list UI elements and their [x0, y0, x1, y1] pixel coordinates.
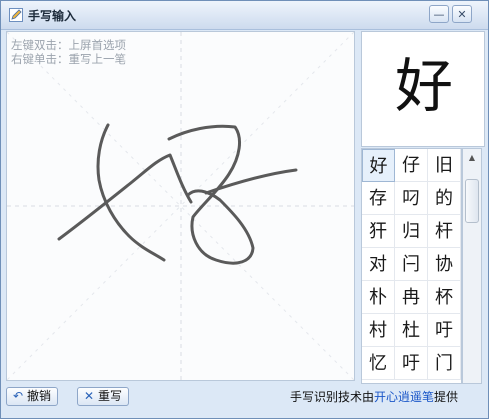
credit-text: 手写识别技术由开心逍遥笔提供	[290, 388, 458, 405]
bottom-toolbar: ↶ 撤销 ✕ 重写 手写识别技术由开心逍遥笔提供	[1, 384, 488, 418]
credit-link[interactable]: 开心逍遥笔	[374, 390, 434, 404]
candidate-item[interactable]: 朴	[362, 281, 395, 314]
candidate-item[interactable]: 旧	[428, 149, 461, 182]
candidate-item[interactable]: 归	[395, 215, 428, 248]
undo-arrow-icon: ↶	[12, 389, 24, 403]
title-bar[interactable]: 手写输入 — ✕	[1, 1, 488, 30]
candidate-item[interactable]: 杜	[395, 314, 428, 347]
candidate-item[interactable]: 犴	[362, 215, 395, 248]
preview-character: 好	[394, 52, 453, 120]
rewrite-label: 重写	[98, 389, 123, 403]
candidate-item[interactable]: 门	[428, 347, 461, 380]
undo-button[interactable]: ↶ 撤销	[6, 387, 58, 406]
window-title: 手写输入	[28, 9, 77, 23]
clear-x-icon: ✕	[83, 389, 95, 403]
candidate-item[interactable]: 叼	[395, 182, 428, 215]
undo-label: 撤销	[27, 389, 52, 403]
close-button[interactable]: ✕	[452, 5, 472, 23]
minimize-button[interactable]: —	[429, 5, 449, 23]
rewrite-button[interactable]: ✕ 重写	[77, 387, 129, 406]
candidate-item[interactable]: 杯	[428, 281, 461, 314]
candidate-item[interactable]: 冉	[395, 281, 428, 314]
credit-suffix: 提供	[434, 390, 459, 404]
scroll-thumb[interactable]	[465, 179, 479, 223]
candidate-item[interactable]: 吁	[428, 314, 461, 347]
candidate-item[interactable]: 吁	[395, 347, 428, 380]
candidate-item[interactable]: 存	[362, 182, 395, 215]
candidate-item[interactable]: 忆	[362, 347, 395, 380]
handwriting-input-window: 手写输入 — ✕ 左键双击：上屏首选项 右键单击：重写上一笔 好 好 仔 旧 存…	[0, 0, 489, 419]
candidate-scrollbar[interactable]: ▲	[462, 148, 482, 384]
handwriting-canvas[interactable]: 左键双击：上屏首选项 右键单击：重写上一笔	[6, 31, 355, 381]
candidate-item[interactable]: 村	[362, 314, 395, 347]
candidate-item[interactable]: 仔	[395, 149, 428, 182]
recognized-preview: 好	[361, 31, 485, 147]
credit-prefix: 手写识别技术由	[290, 390, 375, 404]
pencil-icon	[9, 7, 23, 22]
ink-strokes	[7, 32, 354, 380]
candidate-item[interactable]: 对	[362, 248, 395, 281]
candidate-item[interactable]: 杆	[428, 215, 461, 248]
candidate-grid: 好 仔 旧 存 叼 的 犴 归 杆 对 闩 协 朴 冉 杯 村 杜 吁 忆 吁 …	[361, 148, 462, 384]
candidate-item[interactable]: 协	[428, 248, 461, 281]
candidate-item[interactable]: 闩	[395, 248, 428, 281]
candidate-item[interactable]: 好	[362, 149, 395, 182]
candidate-item[interactable]: 的	[428, 182, 461, 215]
scroll-up-arrow-icon[interactable]: ▲	[464, 150, 480, 166]
